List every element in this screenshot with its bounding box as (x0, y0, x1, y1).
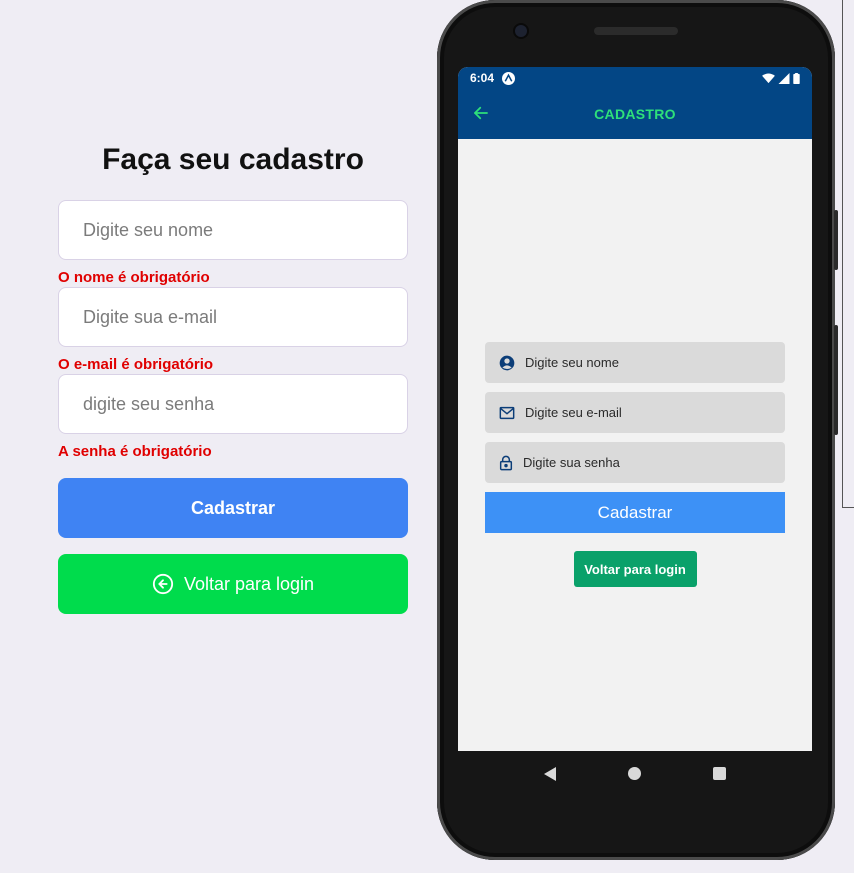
name-input[interactable] (58, 200, 408, 260)
mobile-password-placeholder: Digite sua senha (523, 455, 620, 470)
mobile-password-input[interactable]: Digite sua senha (485, 442, 785, 483)
earpiece-speaker (594, 27, 678, 35)
email-error: O e-mail é obrigatório (58, 356, 214, 373)
back-arrow-icon[interactable] (472, 104, 490, 122)
name-error: O nome é obrigatório (58, 269, 210, 286)
mobile-register-label: Cadastrar (597, 502, 673, 522)
mobile-email-placeholder: Digite seu e-mail (525, 405, 622, 420)
password-input[interactable] (58, 374, 408, 434)
android-nav-bar (458, 751, 812, 796)
mobile-email-input[interactable]: Digite seu e-mail (485, 392, 785, 433)
mobile-back-to-login-label: Voltar para login (584, 561, 686, 577)
phone-emulator: 6:04 CADASTRO Digite seu nome Digite seu… (437, 0, 838, 860)
web-register-form: Faça seu cadastro O nome é obrigatório O… (58, 140, 408, 614)
back-to-login-label: Voltar para login (183, 573, 315, 594)
mobile-name-input[interactable]: Digite seu nome (485, 342, 785, 383)
register-button[interactable]: Cadastrar (58, 478, 408, 538)
email-input[interactable] (58, 287, 408, 347)
header-title: CADASTRO (594, 106, 676, 122)
front-camera (515, 25, 527, 37)
nav-back-icon[interactable] (544, 766, 556, 781)
battery-icon (793, 72, 800, 84)
status-time: 6:04 (470, 71, 495, 85)
nav-recent-apps-icon[interactable] (713, 767, 726, 780)
mobile-back-to-login-button[interactable]: Voltar para login (573, 551, 697, 587)
window-frame-edge (842, 0, 854, 508)
nav-home-icon[interactable] (628, 767, 641, 780)
expo-app-icon (502, 71, 516, 85)
status-bar: 6:04 (458, 67, 812, 89)
mobile-register-form: Digite seu nome Digite seu e-mail Digite… (485, 342, 785, 587)
phone-side-button (834, 210, 838, 270)
app-header: CADASTRO (458, 89, 812, 139)
password-error: A senha é obrigatório (58, 443, 212, 460)
wifi-icon (762, 72, 775, 83)
signal-icon (778, 72, 790, 84)
arrow-left-circle-icon (152, 573, 174, 595)
lock-icon (499, 455, 513, 470)
mobile-name-placeholder: Digite seu nome (525, 355, 619, 370)
register-button-label: Cadastrar (190, 497, 276, 518)
mail-icon (499, 406, 515, 419)
back-to-login-button[interactable]: Voltar para login (58, 554, 408, 614)
user-icon (499, 355, 515, 370)
mobile-register-button[interactable]: Cadastrar (485, 492, 785, 533)
phone-screen: 6:04 CADASTRO Digite seu nome Digite seu… (458, 67, 812, 751)
phone-side-button (834, 325, 838, 435)
page-title: Faça seu cadastro (102, 143, 364, 176)
